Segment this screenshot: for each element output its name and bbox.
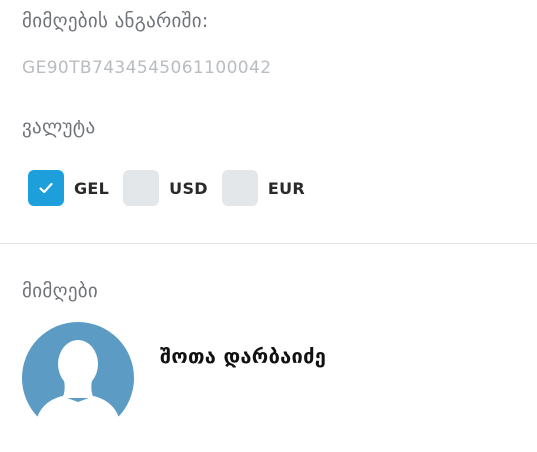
usd-checkbox[interactable]	[123, 170, 160, 206]
avatar	[22, 322, 134, 422]
user-silhouette-icon	[22, 322, 134, 422]
gel-checkbox[interactable]	[28, 170, 64, 206]
currency-option-eur[interactable]: EUR	[221, 170, 306, 206]
currency-option-gel[interactable]: GEL	[28, 170, 109, 206]
section-divider	[0, 243, 537, 244]
recipient-name: შოთა დარბაიძე	[160, 344, 327, 368]
account-number: GE90TB7434545061100042	[22, 58, 272, 78]
account-label: მიმღების ანგარიში:	[22, 10, 209, 32]
currency-label: ვალუტა	[22, 116, 96, 138]
recipients-label: მიმღები	[22, 280, 99, 302]
check-icon	[39, 182, 53, 194]
currency-selector: GEL USD EUR	[28, 170, 319, 206]
currency-option-usd[interactable]: USD	[123, 170, 208, 206]
recipient-item[interactable]	[22, 322, 134, 422]
eur-checkbox[interactable]	[221, 170, 258, 206]
eur-label: EUR	[267, 178, 306, 198]
gel-label: GEL	[74, 178, 110, 198]
usd-label: USD	[169, 178, 208, 198]
